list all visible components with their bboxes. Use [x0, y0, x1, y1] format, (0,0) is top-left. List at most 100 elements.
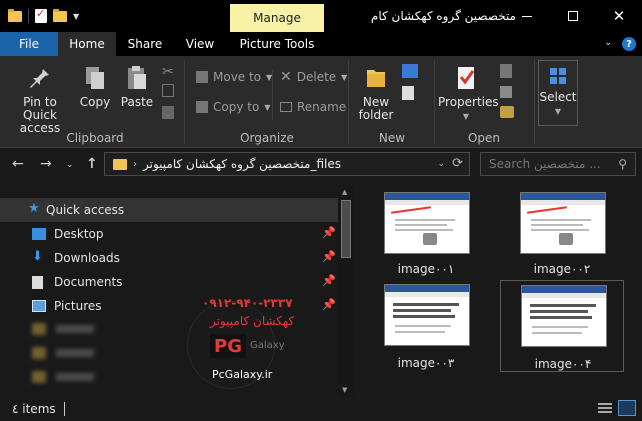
pinned-icon[interactable]: 📌 [322, 250, 336, 263]
nav-downloads[interactable]: ⬇ Downloads 📌 [0, 246, 338, 270]
open-group-label: Open [467, 131, 501, 145]
customize-qat-chevron-icon[interactable]: ▼ [73, 12, 79, 21]
nav-desktop-label: Desktop [54, 227, 104, 241]
clipboard-group-label: Clipboard [66, 131, 124, 145]
navigation-pane-scrollbar[interactable]: ▲ ▼ [338, 186, 354, 397]
maximize-icon [568, 11, 578, 21]
nav-pictures-label: Pictures [54, 299, 102, 313]
watermark-phone: ۰۹۱۲-۹۴۰-۲۳۳۷ [202, 296, 293, 310]
minimize-button[interactable] [504, 0, 550, 32]
ribbon: Pin to Quick access Copy Paste ✂ Clipboa… [0, 56, 642, 148]
maximize-button[interactable] [550, 0, 596, 32]
ribbon-separator [434, 60, 435, 144]
tab-file[interactable]: File [0, 32, 58, 56]
delete-button[interactable]: ✕ Delete ▼ [280, 68, 347, 86]
address-bar[interactable]: › متخصصین گروه کهکشان کامپیوتر_files ⌄ ⟳ [104, 152, 470, 176]
watermark-brand: کهکشان کامپیوتر [210, 314, 295, 328]
edit-icon[interactable] [500, 86, 512, 98]
quick-access-toolbar: ▼ [8, 7, 79, 24]
rename-button[interactable]: Rename [280, 98, 346, 116]
search-input[interactable] [489, 157, 609, 171]
close-button[interactable]: ✕ [596, 0, 642, 32]
properties-caret-icon: ▼ [462, 112, 470, 121]
image-thumbnail [521, 285, 607, 347]
cut-icon[interactable]: ✂ [162, 64, 174, 80]
nav-quick-access-label: Quick access [46, 203, 125, 217]
large-icons-view-icon[interactable] [618, 400, 636, 416]
ribbon-separator [184, 60, 185, 144]
details-view-icon[interactable] [598, 402, 612, 414]
forward-arrow-icon[interactable]: → [40, 156, 52, 172]
select-button[interactable]: Select ▼ [538, 60, 578, 126]
paste-label: Paste [120, 95, 154, 109]
properties-button[interactable]: Properties ▼ [438, 64, 499, 123]
breadcrumb-separator-icon[interactable]: › [133, 159, 137, 170]
tab-view[interactable]: View [174, 32, 226, 56]
close-icon: ✕ [612, 6, 626, 25]
new-folder-label-line1: New [362, 95, 390, 109]
pinned-icon[interactable]: 📌 [322, 226, 336, 239]
new-group-label: New [378, 131, 406, 145]
search-box[interactable]: ⚲ [480, 152, 636, 176]
paste-button[interactable]: Paste [118, 64, 156, 109]
ribbon-separator [534, 60, 535, 144]
watermark-url: PcGalaxy.ir [212, 368, 273, 381]
up-arrow-icon[interactable]: ↑ [86, 156, 98, 172]
tab-picture-tools[interactable]: Picture Tools [230, 32, 324, 56]
image-thumbnail [384, 192, 470, 254]
collapse-ribbon-chevron-icon[interactable]: ⌄ [604, 37, 612, 48]
history-icon[interactable] [500, 106, 514, 118]
copy-button[interactable]: Copy [76, 64, 114, 109]
back-arrow-icon[interactable]: ← [12, 156, 24, 172]
tab-home[interactable]: Home [58, 32, 116, 56]
ribbon-separator [348, 60, 349, 144]
delete-caret-icon: ▼ [341, 72, 348, 82]
blurred-nav-item [32, 370, 94, 384]
recent-locations-chevron-icon[interactable]: ⌄ [66, 160, 74, 170]
status-bar: ٤ items [0, 397, 642, 421]
refresh-icon[interactable]: ⟳ [452, 156, 463, 171]
nav-quick-access[interactable]: ★ Quick access [0, 198, 338, 222]
easy-access-icon[interactable] [402, 86, 414, 100]
new-folder-button[interactable]: New folder [354, 64, 398, 122]
tab-manage[interactable]: Manage [230, 4, 324, 32]
image-thumbnail [384, 284, 470, 346]
file-tile[interactable]: image۰۰۳ [364, 280, 488, 372]
file-tile[interactable]: image۰۰۱ [364, 186, 488, 278]
move-to-button[interactable]: Move to ▼ [196, 68, 272, 86]
address-dropdown-icon[interactable]: ⌄ [437, 159, 445, 169]
nav-desktop[interactable]: Desktop 📌 [0, 222, 338, 246]
file-tile-selected[interactable]: image۰۰۴ [500, 280, 624, 372]
minimize-icon [522, 15, 532, 17]
delete-label: Delete [296, 70, 337, 84]
new-item-icon[interactable] [402, 64, 418, 78]
folder-icon[interactable] [8, 8, 22, 22]
move-to-icon [196, 71, 208, 83]
properties-icon [458, 67, 475, 89]
nav-downloads-label: Downloads [54, 251, 120, 265]
pin-to-quick-access-button[interactable]: Pin to Quick access [6, 64, 74, 135]
properties-label: Properties [438, 95, 499, 109]
paste-icon [128, 66, 146, 89]
file-list: image۰۰۱ image۰۰۲ image۰۰۳ image۰۰۴ [356, 186, 642, 397]
nav-documents-label: Documents [54, 275, 123, 289]
properties-check-icon[interactable] [35, 7, 47, 23]
copy-to-button[interactable]: Copy to ▼ [196, 98, 270, 116]
open-icon[interactable] [500, 64, 512, 78]
scrollbar-thumb[interactable] [341, 200, 351, 258]
copy-path-icon[interactable] [162, 84, 174, 97]
navigation-pane: ★ Quick access Desktop 📌 ⬇ Downloads 📌 D… [0, 186, 338, 397]
pinned-icon[interactable]: 📌 [322, 298, 336, 311]
breadcrumb-path[interactable]: متخصصین گروه کهکشان کامپیوتر_files [143, 157, 341, 171]
help-icon[interactable]: ? [622, 37, 636, 51]
tab-share[interactable]: Share [116, 32, 174, 56]
scroll-down-icon[interactable]: ▼ [342, 386, 347, 394]
status-divider [64, 402, 65, 416]
file-name: image۰۰۴ [534, 357, 592, 371]
pinned-icon[interactable]: 📌 [322, 274, 336, 287]
folder-icon [113, 158, 127, 170]
scroll-up-icon[interactable]: ▲ [342, 188, 347, 196]
paste-shortcut-icon[interactable] [162, 106, 174, 119]
new-folder-icon[interactable] [53, 8, 67, 22]
file-tile[interactable]: image۰۰۲ [500, 186, 624, 278]
